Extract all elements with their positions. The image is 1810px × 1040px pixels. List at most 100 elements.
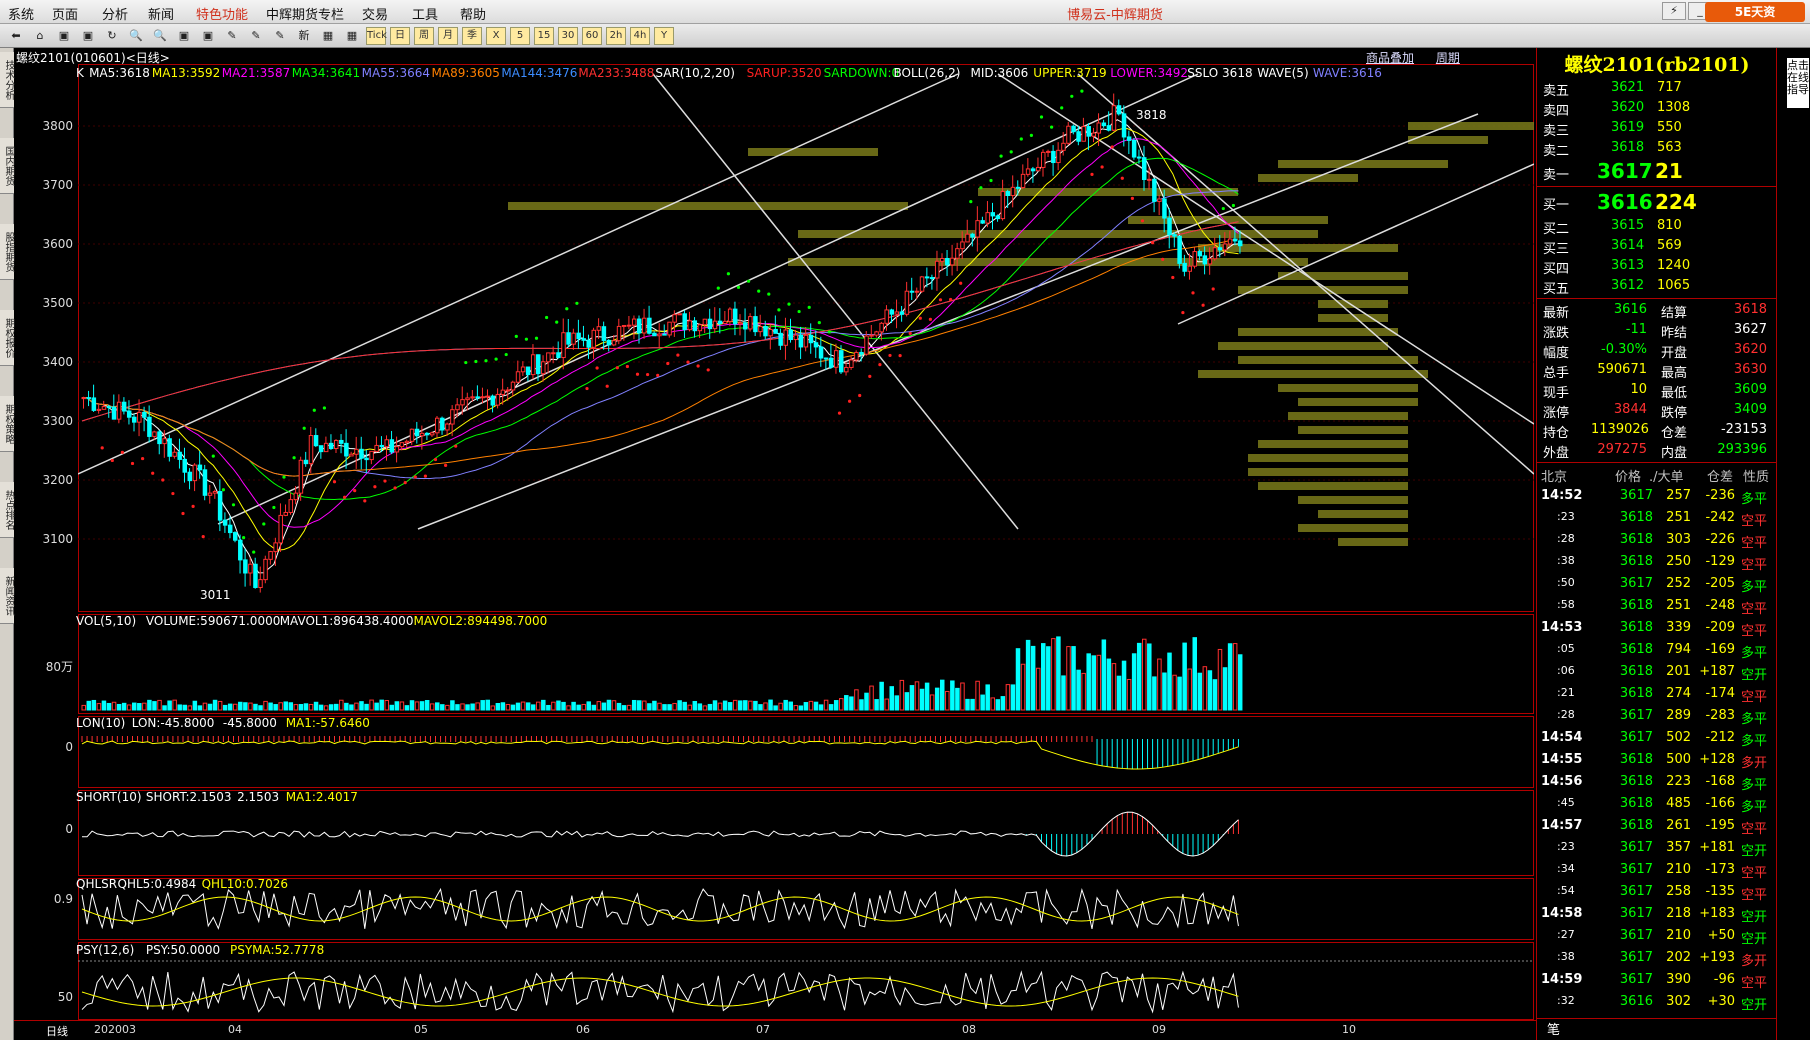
tick-time: :50 [1557, 576, 1575, 589]
toolbar-button[interactable]: ✎ [270, 27, 290, 45]
left-tab[interactable]: 期权策略 [0, 396, 14, 452]
sar-dot [181, 511, 185, 516]
toolbar-button[interactable]: 🔍 [126, 27, 146, 45]
quote-row: 14:56 3618 223 -168 多平 [1537, 771, 1777, 793]
price-axis-label: 3400 [42, 355, 73, 369]
volume-bar [192, 700, 198, 711]
sar-dot [565, 307, 569, 311]
candle-body [414, 428, 420, 437]
tick-nature: 多平 [1741, 712, 1768, 727]
quote-row: 持仓 1139026 仓差 -23153 [1537, 420, 1777, 441]
candle-body [1025, 168, 1031, 175]
period-link[interactable]: 周期 [1436, 51, 1460, 65]
toolbar-button[interactable]: 🔍 [150, 27, 170, 45]
menu-item[interactable]: 特色功能 [196, 4, 248, 23]
menu-item[interactable]: 系统 [8, 4, 34, 23]
menu-item[interactable]: 页面 [52, 4, 78, 23]
toolbar-button[interactable]: ▦ [318, 27, 338, 45]
tick-volume: 251 [1666, 510, 1691, 525]
tick-price: 3617 [1619, 928, 1653, 943]
sar-dot [141, 456, 145, 461]
left-tab[interactable]: 热点排名 [0, 482, 14, 538]
candle-body [657, 333, 662, 337]
quote-row: 卖五 3621 717 [1537, 78, 1777, 99]
tick-time: :58 [1557, 598, 1575, 611]
left-tab[interactable]: 技术分析 [0, 52, 14, 108]
candle-body [1197, 251, 1203, 257]
overlay-commodity-link[interactable]: 商品叠加 [1366, 51, 1414, 65]
volume-bar [328, 704, 334, 711]
toolbar-button[interactable]: ▣ [54, 27, 74, 45]
candle-body [803, 334, 809, 348]
kline-chart[interactable] [78, 64, 1534, 1020]
stat-value: 293396 [1717, 442, 1767, 457]
toolbar-button[interactable]: 季 [462, 27, 482, 45]
candle-body [475, 396, 480, 399]
quote-row: 14:54 3617 502 -212 多平 [1537, 727, 1777, 749]
toolbar-button[interactable]: 2h [606, 27, 626, 45]
toolbar-button[interactable]: ↻ [102, 27, 122, 45]
toolbar-button[interactable]: 周 [414, 27, 434, 45]
toolbar-button[interactable]: Y [654, 27, 674, 45]
candle-body [677, 313, 682, 316]
toolbar-button[interactable]: X [486, 27, 506, 45]
sar-dot [292, 456, 296, 460]
menu-item[interactable]: 工具 [412, 4, 438, 23]
online-guide-button[interactable]: 点击在线指导 [1787, 58, 1809, 108]
footer-tab[interactable]: 笔 [1537, 1018, 1777, 1038]
volume-bar [81, 704, 86, 711]
toolbar-button[interactable]: 月 [438, 27, 458, 45]
volume-bar [1152, 676, 1157, 711]
separator-line [1537, 186, 1777, 187]
price-axis-label: 3600 [42, 237, 73, 251]
toolbar-button[interactable]: 60 [582, 27, 602, 45]
tick-nature: 多平 [1741, 800, 1768, 815]
volume-bar [121, 702, 127, 711]
menu-item[interactable]: 分析 [102, 4, 128, 23]
lon-indicator: LON:-45.8000 [131, 716, 215, 730]
candle-body [960, 241, 965, 250]
tick-price: 3618 [1619, 642, 1653, 657]
volume-bar [152, 701, 157, 711]
candle-body [192, 464, 198, 482]
tick-volume: 251 [1666, 598, 1691, 613]
toolbar-button[interactable]: 新 [294, 27, 314, 45]
sar-dot [666, 361, 670, 366]
toolbar-button[interactable]: 4h [630, 27, 650, 45]
volume-bar [101, 700, 107, 711]
sar-dot [454, 444, 458, 448]
left-tab[interactable]: 股指期货 [0, 224, 14, 280]
menu-item[interactable]: 交易 [362, 4, 388, 23]
toolbar-button[interactable]: 30 [558, 27, 578, 45]
toolbar-button[interactable]: ▣ [78, 27, 98, 45]
lightning-icon[interactable]: ⚡ [1662, 2, 1686, 20]
left-tab[interactable]: 期权报价 [0, 310, 14, 366]
candle-body [258, 579, 263, 588]
toolbar-button[interactable]: Tick [366, 27, 387, 45]
toolbar-button[interactable]: ▦ [342, 27, 362, 45]
sar-dot [383, 479, 387, 483]
toolbar-button[interactable]: ▣ [198, 27, 218, 45]
menu-item[interactable]: 帮助 [460, 4, 486, 23]
sar-dot [1151, 241, 1155, 245]
toolbar-button[interactable]: 15 [534, 27, 554, 45]
volume-bar [515, 702, 521, 711]
left-tab[interactable]: 新闻资讯 [0, 568, 14, 624]
menu-item[interactable]: 中辉期货专栏 [266, 4, 344, 23]
toolbar-button[interactable]: ⌂ [30, 27, 50, 45]
candle-body [606, 339, 612, 346]
toolbar: ⬅ ⌂ ▣ ▣ ↻ 🔍 🔍 ▣ ▣ ✎ ✎ ✎ 新 ▦ ▦ Tick 日周月季 X 5 15 30 60 2h 4h Y [0, 24, 1810, 48]
left-tab[interactable]: 国内期货 [0, 138, 14, 194]
x-axis-label: 09 [1152, 1023, 1166, 1036]
toolbar-button[interactable]: ✎ [246, 27, 266, 45]
toolbar-button[interactable]: ✎ [222, 27, 242, 45]
toolbar-button[interactable]: ▣ [174, 27, 194, 45]
toolbar-button[interactable]: 5 [510, 27, 530, 45]
toolbar-button[interactable]: ⬅ [6, 27, 26, 45]
toolbar-button[interactable]: 日 [390, 27, 410, 45]
volume-profile-bar [748, 148, 878, 156]
volume-bar [1172, 674, 1177, 711]
volume-bar [1227, 643, 1233, 711]
menu-item[interactable]: 新闻 [148, 4, 174, 23]
volume-bar [530, 704, 536, 711]
